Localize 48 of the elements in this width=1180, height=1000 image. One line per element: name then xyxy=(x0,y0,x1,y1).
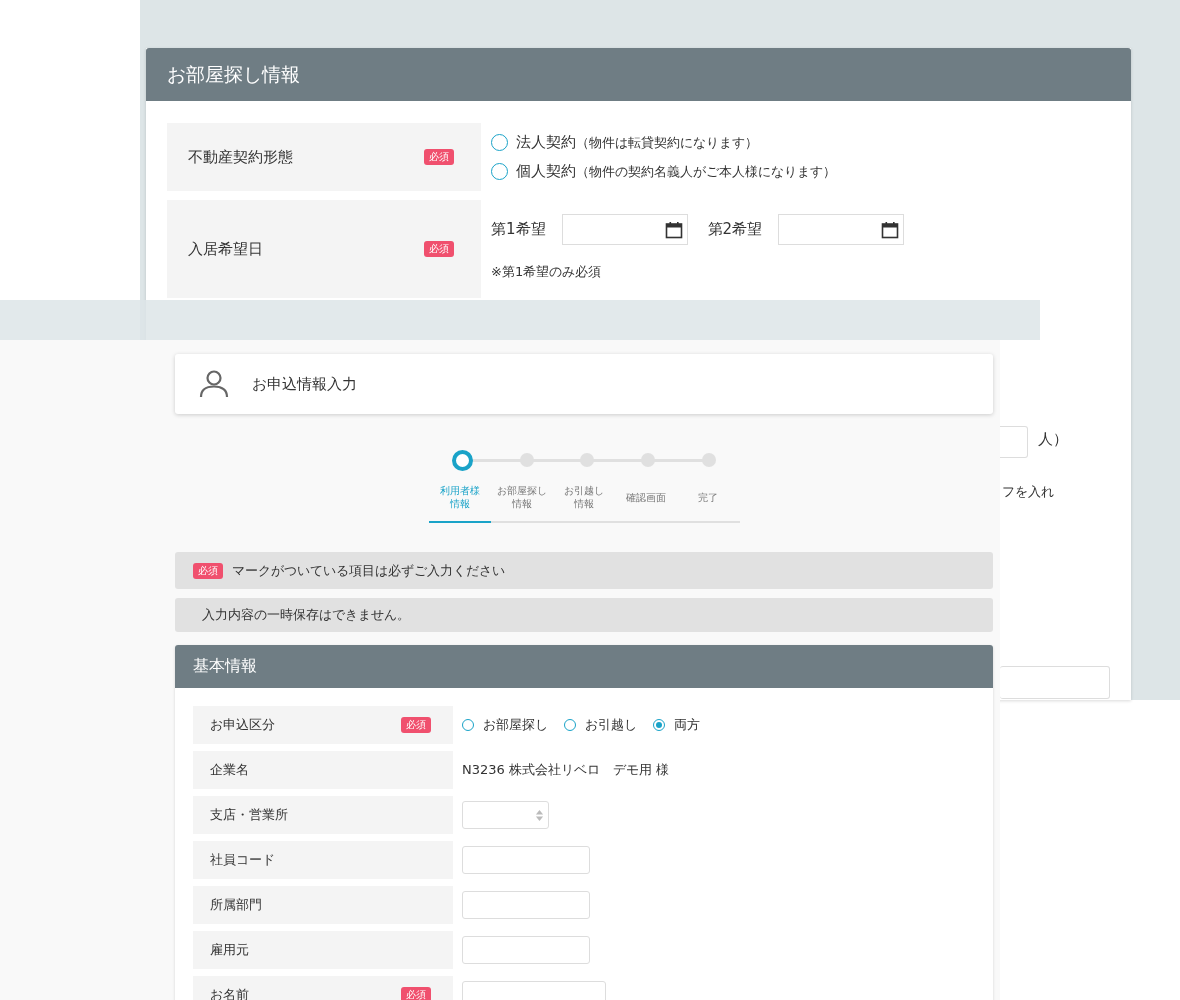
partial-text: フを入れ xyxy=(1002,483,1054,501)
required-badge: 必須 xyxy=(424,241,454,257)
radio-button[interactable] xyxy=(491,163,508,180)
input-field[interactable] xyxy=(462,936,590,964)
required-badge: 必須 xyxy=(193,562,223,579)
field-label: お申込区分 xyxy=(210,716,275,734)
field-value: N3236 株式会社リベロ デモ用 様 xyxy=(462,761,670,779)
field-label: 不動産契約形態 xyxy=(188,147,293,167)
radio-option[interactable]: 法人契約（物件は転貸契約になります） xyxy=(491,131,836,154)
required-badge: 必須 xyxy=(401,717,431,733)
section-title: お部屋探し情報 xyxy=(167,61,300,87)
hint-text: ※第1希望のみ必須 xyxy=(491,263,603,281)
section-title: 基本情報 xyxy=(193,656,257,677)
input-field[interactable] xyxy=(462,891,590,919)
field-label: 社員コード xyxy=(210,851,275,869)
date-label: 第1希望 xyxy=(491,220,546,239)
field-label: 所属部門 xyxy=(210,896,262,914)
step-tab[interactable]: お引越し 情報 xyxy=(552,483,616,523)
radio-button[interactable] xyxy=(653,719,665,731)
step-tab[interactable]: お部屋探し 情報 xyxy=(490,483,553,523)
person-icon xyxy=(198,368,230,400)
date-field[interactable] xyxy=(561,214,688,245)
field-label: 入居希望日 xyxy=(188,239,263,259)
input-field[interactable] xyxy=(462,846,590,874)
notice-text: 入力内容の一時保存はできません。 xyxy=(201,606,410,624)
calendar-icon xyxy=(881,220,900,239)
calendar-icon xyxy=(664,220,683,239)
notice-text: マークがついている項目は必ずご入力ください xyxy=(232,561,505,580)
select-field[interactable] xyxy=(462,801,549,829)
sort-arrows-icon xyxy=(535,808,544,822)
field-label: 支店・営業所 xyxy=(210,806,288,824)
date-label: 第2希望 xyxy=(707,220,763,239)
partial-text: 人） xyxy=(1038,430,1068,449)
required-badge: 必須 xyxy=(424,149,454,165)
radio-option[interactable]: お部屋探し xyxy=(462,716,548,734)
field-label: 雇用元 xyxy=(210,941,249,959)
radio-option[interactable]: 両方 xyxy=(653,716,700,734)
date-field[interactable] xyxy=(778,214,905,245)
step-tab[interactable]: 完了 xyxy=(677,483,740,523)
radio-button[interactable] xyxy=(462,719,474,731)
page-title: お申込情報入力 xyxy=(252,374,357,394)
required-badge: 必須 xyxy=(401,987,431,1000)
radio-option[interactable]: 個人契約（物件の契約名義人がご本人様になります） xyxy=(491,160,836,183)
radio-button[interactable] xyxy=(491,134,508,151)
radio-option[interactable]: お引越し xyxy=(564,716,637,734)
step-tab[interactable]: 確認画面 xyxy=(615,483,678,523)
field-label: 企業名 xyxy=(210,761,249,779)
radio-button[interactable] xyxy=(564,719,576,731)
